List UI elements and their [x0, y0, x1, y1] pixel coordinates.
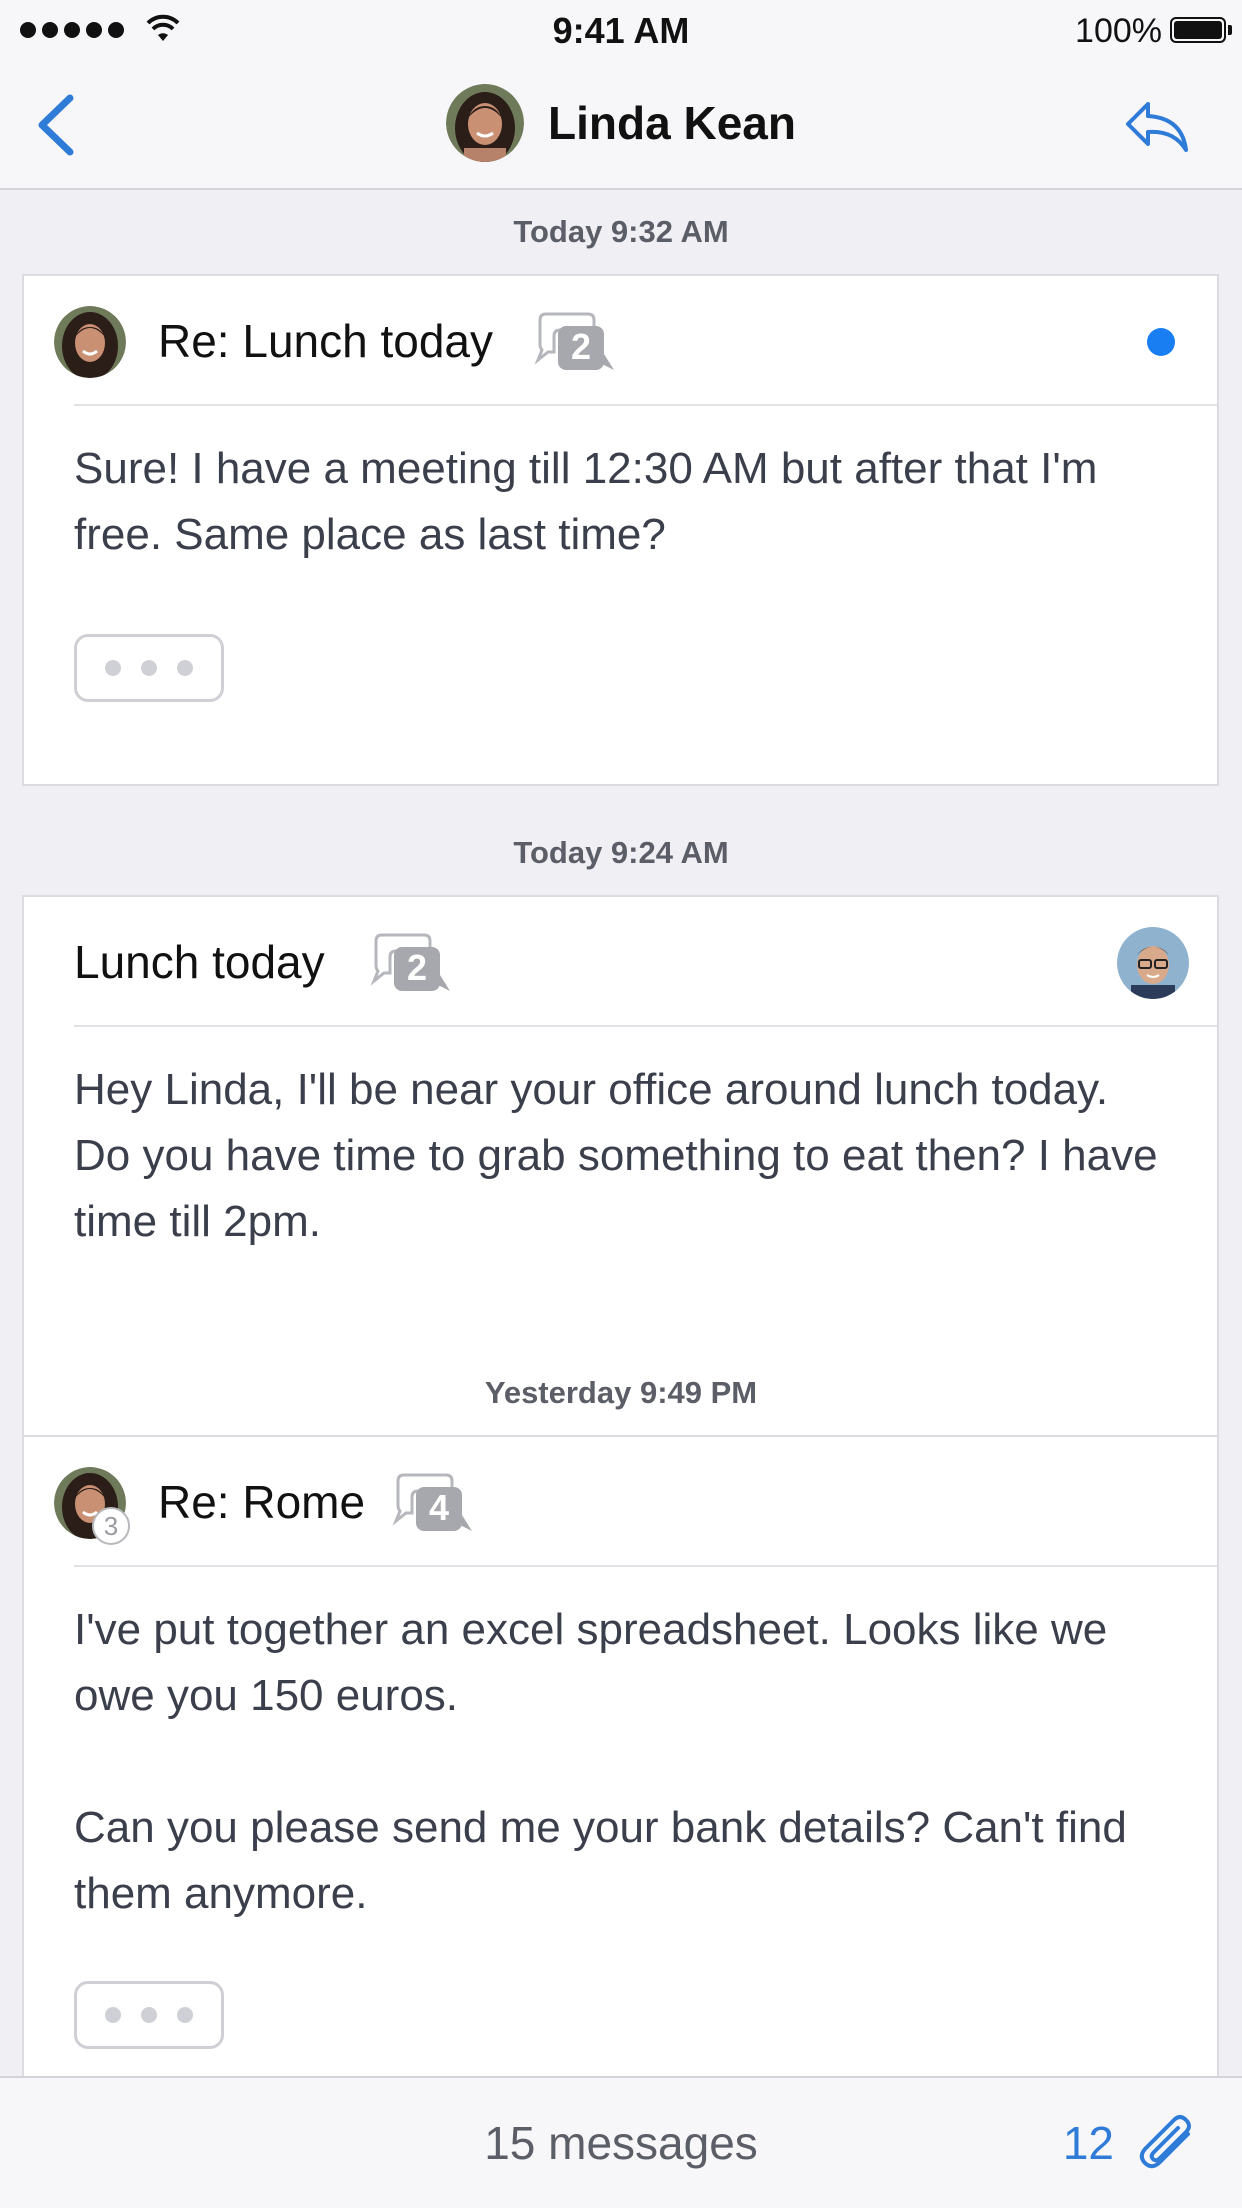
message-body: Sure! I have a meeting till 12:30 AM but…: [74, 436, 1167, 568]
message-subject: Re: Rome: [158, 1476, 366, 1528]
status-time: 9:41 AM: [552, 10, 690, 51]
thread-count-badge: 2: [368, 929, 458, 999]
message-card[interactable]: Lunch today 2 Hey Linda, I'll be near yo…: [22, 895, 1219, 1515]
attachments-count[interactable]: 12: [1063, 2116, 1114, 2170]
battery-percent: 100%: [1075, 12, 1162, 50]
sender-avatar: [54, 306, 126, 378]
messages-count: 15 messages: [484, 2117, 758, 2169]
message-body: Hey Linda, I'll be near your office arou…: [74, 1057, 1167, 1255]
contact-avatar: [446, 84, 525, 162]
message-timestamp: Today 9:32 AM: [513, 214, 729, 249]
thread-count: 2: [406, 947, 428, 988]
battery-tip: [1228, 25, 1232, 35]
message-body: I've put together an excel spreadsheet. …: [74, 1597, 1167, 1927]
unread-indicator: [1147, 328, 1175, 356]
message-subject: Lunch today: [74, 936, 325, 988]
status-bar: 9:41 AM 100%: [0, 0, 1242, 60]
message-paragraph: Sure! I have a meeting till 12:30 AM but…: [74, 444, 1098, 559]
message-card[interactable]: 3 Re: Rome 4 I've put together an excel …: [22, 1435, 1219, 2076]
page-title: Linda Kean: [548, 97, 796, 149]
thread-count-badge: 4: [390, 1469, 480, 1539]
message-subject: Re: Lunch today: [158, 315, 494, 367]
thread-count: 2: [570, 326, 592, 367]
sender-avatar: [1117, 927, 1189, 999]
message-card[interactable]: Re: Lunch today 2 Sure! I have a meeting…: [22, 274, 1219, 786]
bottom-toolbar: 15 messages 12: [0, 2076, 1242, 2208]
thread-count-badge: 2: [532, 308, 622, 378]
message-header[interactable]: Re: Lunch today 2: [24, 276, 1217, 406]
reply-icon[interactable]: [1122, 96, 1192, 156]
contact-header[interactable]: Linda Kean: [0, 84, 1242, 162]
message-paragraph: Can you please send me your bank details…: [74, 1803, 1127, 1918]
message-timestamp: Yesterday 9:49 PM: [484, 1375, 758, 1410]
navigation-bar: Linda Kean: [0, 60, 1242, 190]
show-more-button[interactable]: [74, 634, 224, 702]
message-header[interactable]: 3 Re: Rome 4: [24, 1437, 1217, 1567]
thread-count: 4: [428, 1487, 450, 1528]
message-timestamp: Today 9:24 AM: [513, 835, 729, 870]
message-paragraph: Hey Linda, I'll be near your office arou…: [74, 1065, 1158, 1246]
show-more-button[interactable]: [74, 1981, 224, 2049]
conversation-list[interactable]: Today 9:32 AM Re: Lunch today 2 Sure! I …: [0, 190, 1242, 2076]
message-header[interactable]: Lunch today 2: [24, 897, 1217, 1027]
message-paragraph: I've put together an excel spreadsheet. …: [74, 1605, 1108, 1720]
paperclip-icon[interactable]: [1130, 2108, 1206, 2184]
participant-count-badge: 3: [92, 1507, 130, 1545]
battery-icon: [1170, 17, 1226, 43]
